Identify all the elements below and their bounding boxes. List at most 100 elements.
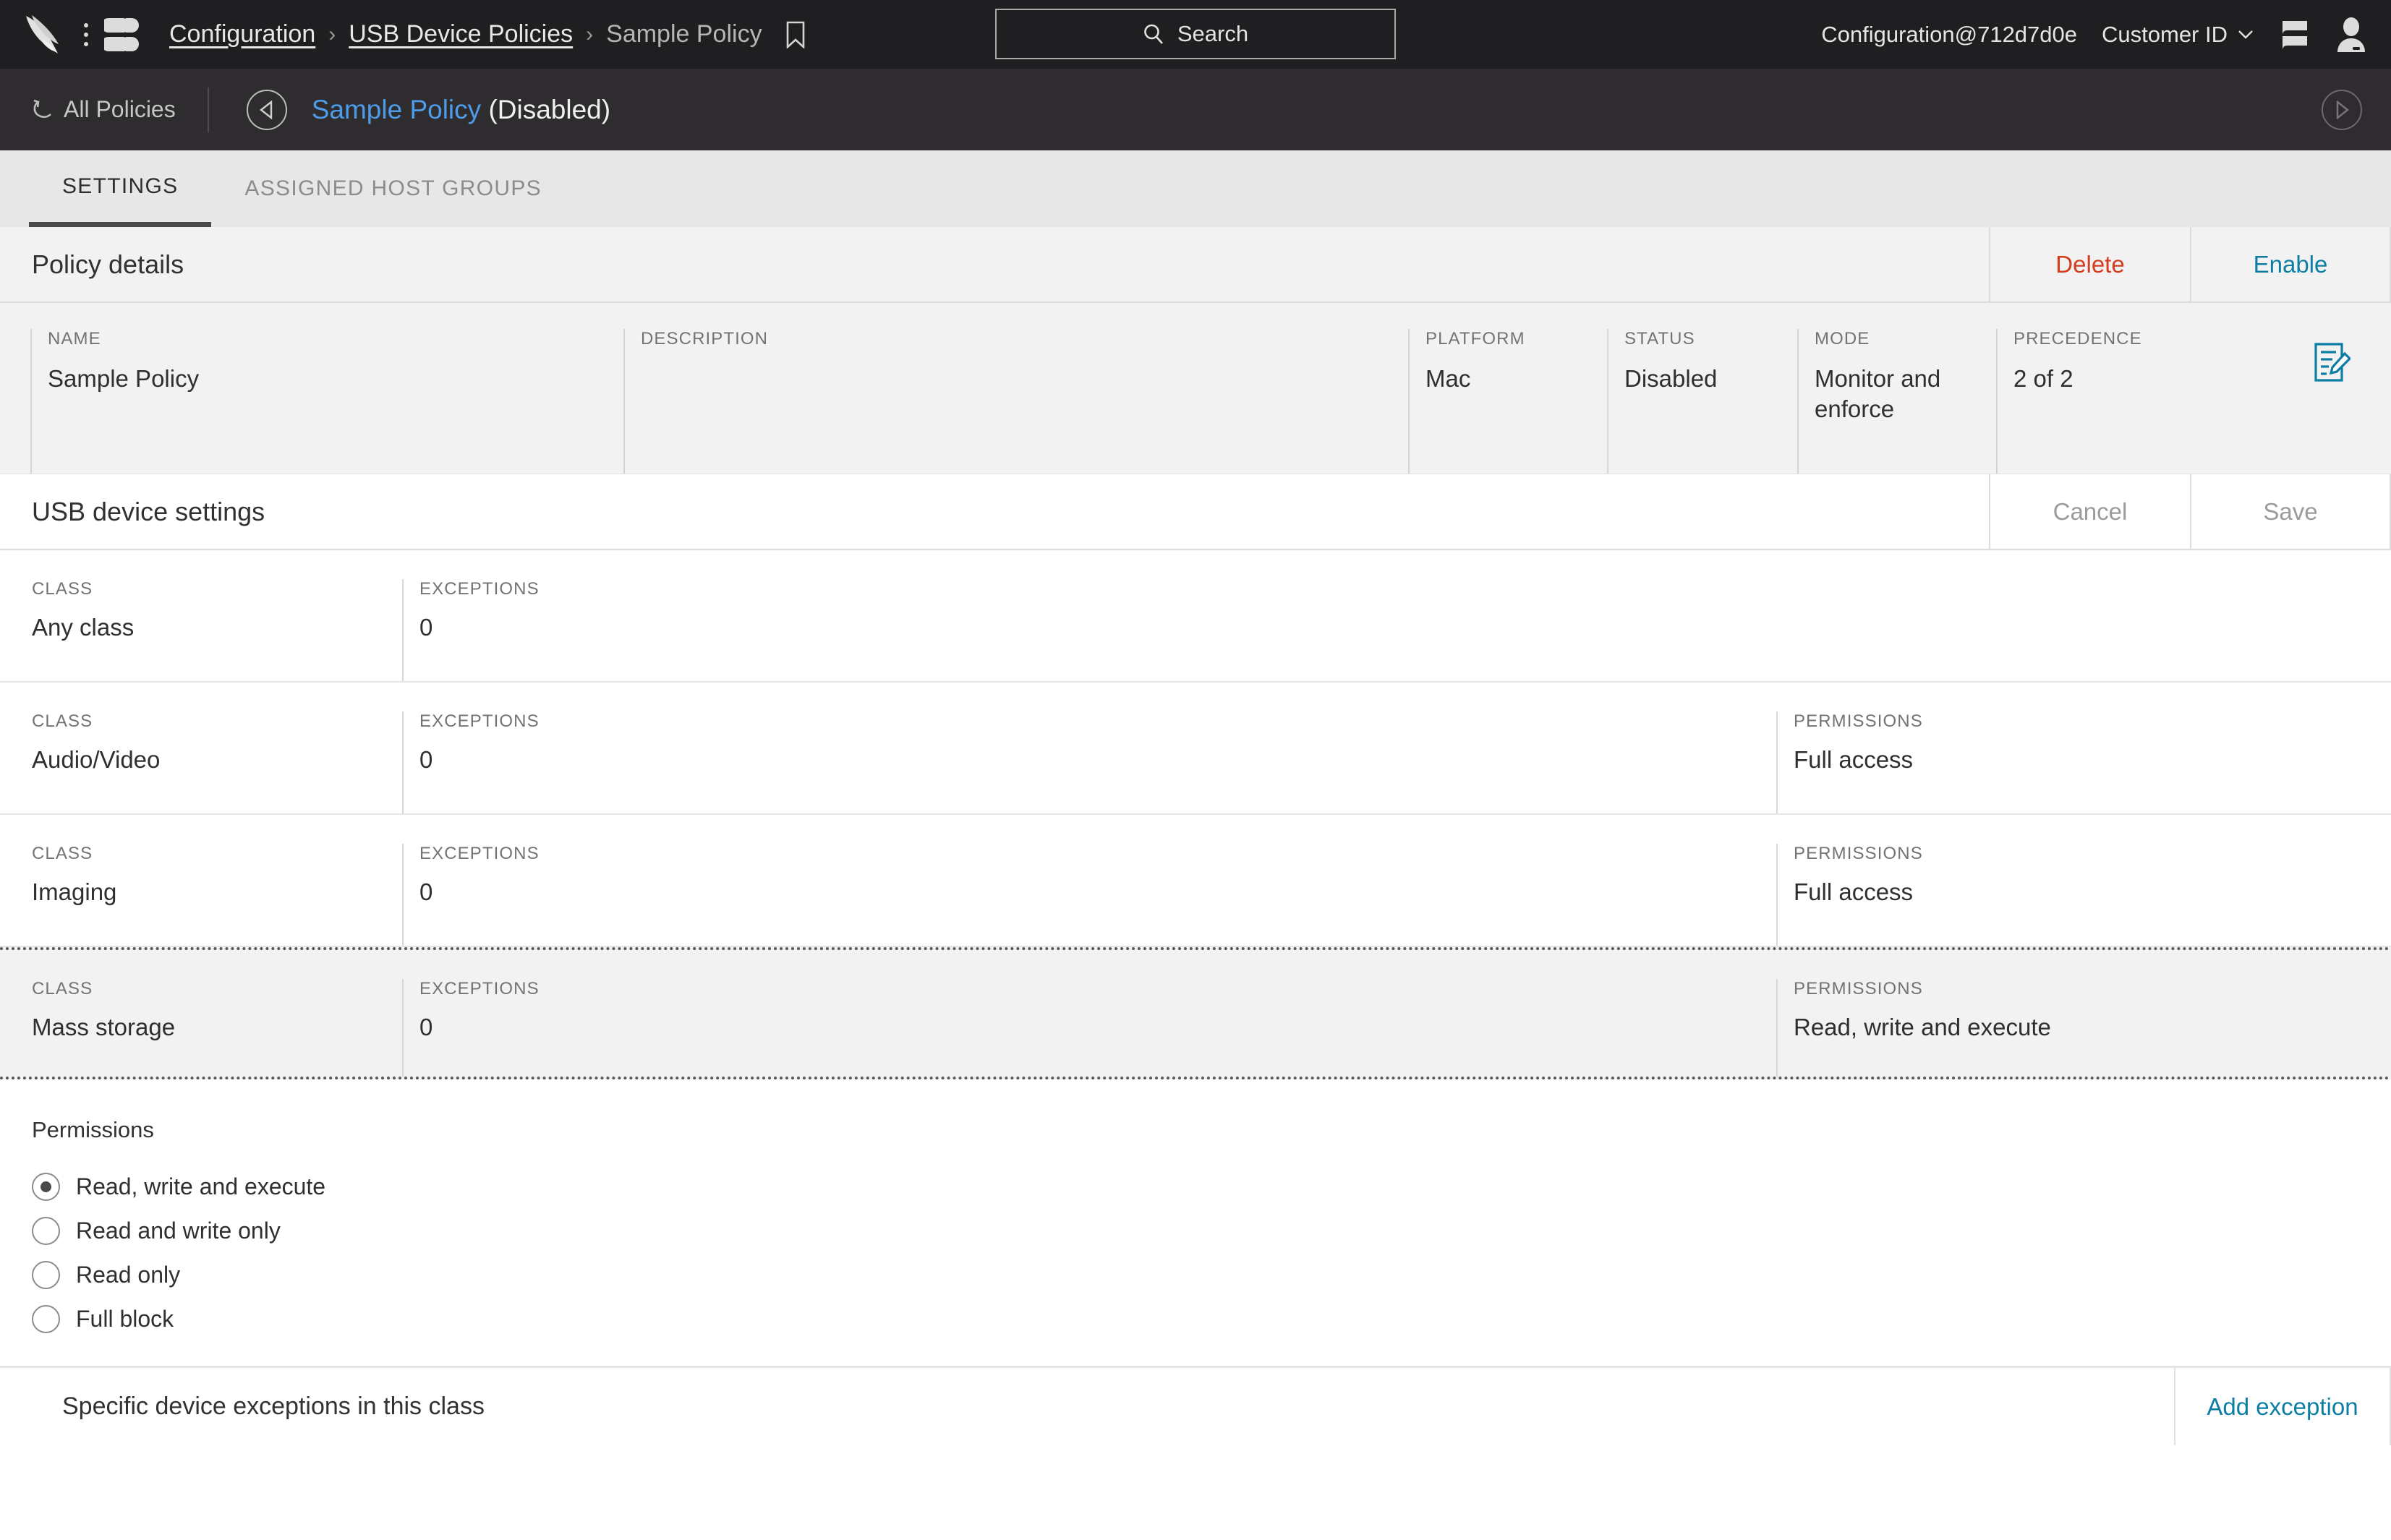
back-arrow-icon	[32, 98, 54, 121]
usb-device-settings-title: USB device settings	[0, 474, 1989, 549]
radio-option-full-block[interactable]: Full block	[32, 1297, 2391, 1341]
row-exceptions-value: 0	[419, 878, 1776, 906]
radio-option-read-only[interactable]: Read only	[32, 1253, 2391, 1297]
policy-details-body: NAME Sample Policy DESCRIPTION PLATFORM …	[0, 303, 2391, 474]
chevron-left-circle-icon	[259, 100, 275, 119]
radio-label: Read and write only	[76, 1218, 281, 1244]
search-input[interactable]: Search	[995, 9, 1396, 59]
radio-button-icon[interactable]	[32, 1173, 60, 1201]
row-class-value: Any class	[32, 614, 402, 641]
falcon-bird-logo[interactable]	[25, 14, 69, 56]
field-mode-key: MODE	[1815, 329, 1996, 349]
breadcrumb: Configuration › USB Device Policies › Sa…	[169, 20, 806, 48]
field-status: STATUS Disabled	[1607, 329, 1797, 474]
col-header-class: CLASS	[32, 579, 402, 599]
edit-document-icon[interactable]	[2313, 342, 2350, 382]
user-avatar-icon[interactable]	[2336, 17, 2366, 52]
col-header-permissions: PERMISSIONS	[1794, 844, 2326, 864]
row-permissions-value: Full access	[1794, 746, 2326, 774]
user-account-label[interactable]: Configuration@712d7d0e	[1821, 22, 2077, 48]
col-header-exceptions: EXCEPTIONS	[419, 979, 1776, 999]
device-exceptions-footer: Specific device exceptions in this class…	[0, 1366, 2391, 1445]
radio-label: Read only	[76, 1262, 180, 1288]
usb-device-settings-header: USB device settings Cancel Save	[0, 474, 2391, 550]
table-row[interactable]: CLASS Imaging EXCEPTIONS 0 PERMISSIONS F…	[0, 815, 2391, 947]
row-class-value: Imaging	[32, 878, 402, 906]
chevron-down-icon	[2238, 30, 2254, 39]
topbar-right-cluster: Configuration@712d7d0e Customer ID	[1821, 0, 2366, 69]
radio-button-icon[interactable]	[32, 1305, 60, 1333]
row-class-cell: CLASS Imaging	[0, 844, 402, 946]
customer-id-dropdown[interactable]: Customer ID	[2102, 22, 2254, 48]
row-class-value: Mass storage	[32, 1014, 402, 1041]
breadcrumb-configuration[interactable]: Configuration	[169, 20, 315, 48]
row-exceptions-value: 0	[419, 1014, 1776, 1041]
kebab-menu-icon[interactable]	[75, 14, 97, 56]
col-header-exceptions: EXCEPTIONS	[419, 711, 1776, 732]
row-exceptions-cell: EXCEPTIONS 0	[402, 979, 1776, 1077]
row-permissions-cell: PERMISSIONS Full access	[1776, 711, 2326, 813]
field-mode-value: Monitor and enforce	[1815, 364, 1963, 424]
cancel-button[interactable]: Cancel	[1989, 474, 2190, 549]
field-name-key: NAME	[48, 329, 623, 349]
field-description-key: DESCRIPTION	[641, 329, 1408, 349]
row-class-value: Audio/Video	[32, 746, 402, 774]
row-permissions-value: Read, write and execute	[1794, 1014, 2326, 1041]
col-header-permissions: PERMISSIONS	[1794, 979, 2326, 999]
field-name: NAME Sample Policy	[30, 329, 623, 474]
search-placeholder-label: Search	[1177, 21, 1248, 47]
radio-option-read-write-only[interactable]: Read and write only	[32, 1209, 2391, 1253]
bookmark-icon[interactable]	[785, 21, 806, 48]
policy-name-label[interactable]: Sample Policy	[312, 95, 481, 124]
field-precedence-value: 2 of 2	[2013, 364, 2213, 394]
row-permissions-cell: PERMISSIONS Full access	[1776, 844, 2326, 946]
field-platform: PLATFORM Mac	[1408, 329, 1607, 474]
policy-status-label: (Disabled)	[488, 95, 610, 124]
all-policies-back-link[interactable]: All Policies	[0, 87, 209, 132]
row-exceptions-cell: EXCEPTIONS 0	[402, 711, 1776, 813]
col-header-class: CLASS	[32, 711, 402, 732]
col-header-exceptions: EXCEPTIONS	[419, 579, 1776, 599]
table-row[interactable]: CLASS Any class EXCEPTIONS 0	[0, 550, 2391, 683]
row-class-cell: CLASS Audio/Video	[0, 711, 402, 813]
field-status-value: Disabled	[1624, 364, 1797, 394]
previous-policy-button[interactable]	[247, 90, 287, 130]
policy-details-header: Policy details Delete Enable	[0, 227, 2391, 303]
tab-assigned-host-groups[interactable]: ASSIGNED HOST GROUPS	[211, 150, 575, 227]
row-exceptions-cell: EXCEPTIONS 0	[402, 844, 1776, 946]
app-menu-icon[interactable]	[104, 14, 143, 56]
top-navigation-bar: Configuration › USB Device Policies › Sa…	[0, 0, 2391, 69]
customer-id-label: Customer ID	[2102, 22, 2228, 48]
breadcrumb-usb-device-policies[interactable]: USB Device Policies	[349, 20, 573, 48]
radio-option-read-write-execute[interactable]: Read, write and execute	[32, 1165, 2391, 1209]
field-precedence-key: PRECEDENCE	[2013, 329, 2213, 349]
save-button[interactable]: Save	[2190, 474, 2391, 549]
field-mode: MODE Monitor and enforce	[1797, 329, 1996, 474]
chat-support-icon[interactable]	[2278, 19, 2311, 51]
device-exceptions-title: Specific device exceptions in this class	[0, 1368, 2174, 1445]
add-exception-button[interactable]: Add exception	[2174, 1368, 2391, 1445]
radio-button-icon[interactable]	[32, 1261, 60, 1289]
row-exceptions-cell: EXCEPTIONS 0	[402, 579, 1776, 681]
table-row[interactable]: CLASS Mass storage EXCEPTIONS 0 PERMISSI…	[0, 947, 2391, 1079]
breadcrumb-separator: ›	[328, 22, 336, 47]
field-status-key: STATUS	[1624, 329, 1797, 349]
radio-button-icon[interactable]	[32, 1217, 60, 1245]
enable-button[interactable]: Enable	[2190, 227, 2391, 301]
col-header-permissions: PERMISSIONS	[1794, 711, 2326, 732]
breadcrumb-separator-2: ›	[586, 22, 593, 47]
field-platform-value: Mac	[1425, 364, 1607, 394]
search-icon	[1143, 23, 1164, 45]
tab-bar: SETTINGS ASSIGNED HOST GROUPS	[0, 150, 2391, 227]
delete-button[interactable]: Delete	[1989, 227, 2190, 301]
radio-label: Full block	[76, 1306, 174, 1332]
page-title: Sample Policy (Disabled)	[312, 95, 610, 125]
col-header-class: CLASS	[32, 844, 402, 864]
col-header-class: CLASS	[32, 979, 402, 999]
radio-label: Read, write and execute	[76, 1173, 325, 1200]
chevron-right-circle-icon	[2334, 100, 2350, 119]
table-row[interactable]: CLASS Audio/Video EXCEPTIONS 0 PERMISSIO…	[0, 683, 2391, 815]
next-policy-button[interactable]	[2322, 90, 2362, 130]
tab-settings[interactable]: SETTINGS	[29, 150, 211, 227]
row-permissions-value: Full access	[1794, 878, 2326, 906]
